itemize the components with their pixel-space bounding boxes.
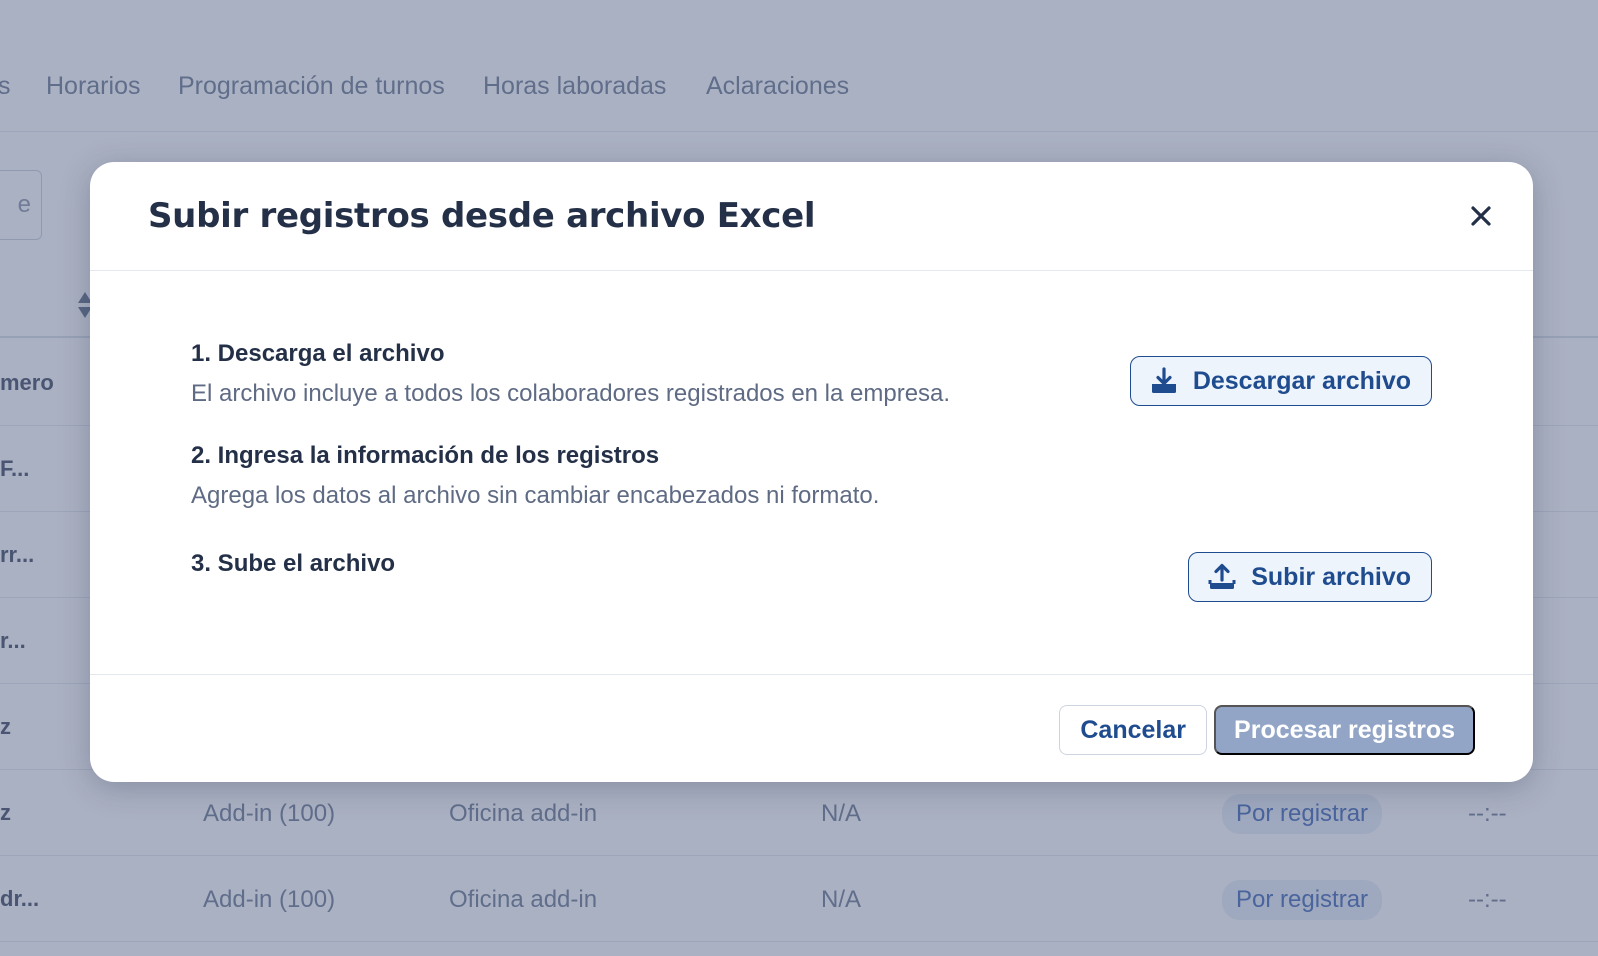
upload-icon: [1208, 563, 1236, 589]
upload-button-label: Subir archivo: [1251, 562, 1411, 591]
step-title: 3. Sube el archivo: [191, 550, 396, 577]
modal-header: Subir registros desde archivo Excel: [90, 162, 1533, 271]
download-button-label: Descargar archivo: [1192, 366, 1411, 395]
modal-title: Subir registros desde archivo Excel: [148, 196, 816, 236]
upload-file-button[interactable]: Subir archivo: [1188, 552, 1432, 602]
download-icon: [1151, 367, 1176, 393]
close-icon[interactable]: [1467, 202, 1495, 230]
step-description: Agrega los datos al archivo sin cambiar …: [191, 482, 880, 509]
step-upload: 3. Sube el archivo: [191, 550, 395, 578]
download-file-button[interactable]: Descargar archivo: [1129, 356, 1432, 406]
step-title: 1. Descarga el archivo: [191, 340, 445, 367]
step-download: 1. Descarga el archivo El archivo incluy…: [191, 340, 950, 408]
upload-excel-modal: Subir registros desde archivo Excel 1. D…: [90, 162, 1533, 782]
step-description: El archivo incluye a todos los colaborad…: [191, 380, 951, 407]
step-fill-data: 2. Ingresa la información de los registr…: [191, 442, 879, 510]
process-records-button[interactable]: Procesar registros: [1214, 705, 1475, 755]
step-title: 2. Ingresa la información de los registr…: [191, 442, 660, 469]
modal-footer: Cancelar Procesar registros: [90, 674, 1533, 782]
cancel-button[interactable]: Cancelar: [1059, 705, 1207, 755]
